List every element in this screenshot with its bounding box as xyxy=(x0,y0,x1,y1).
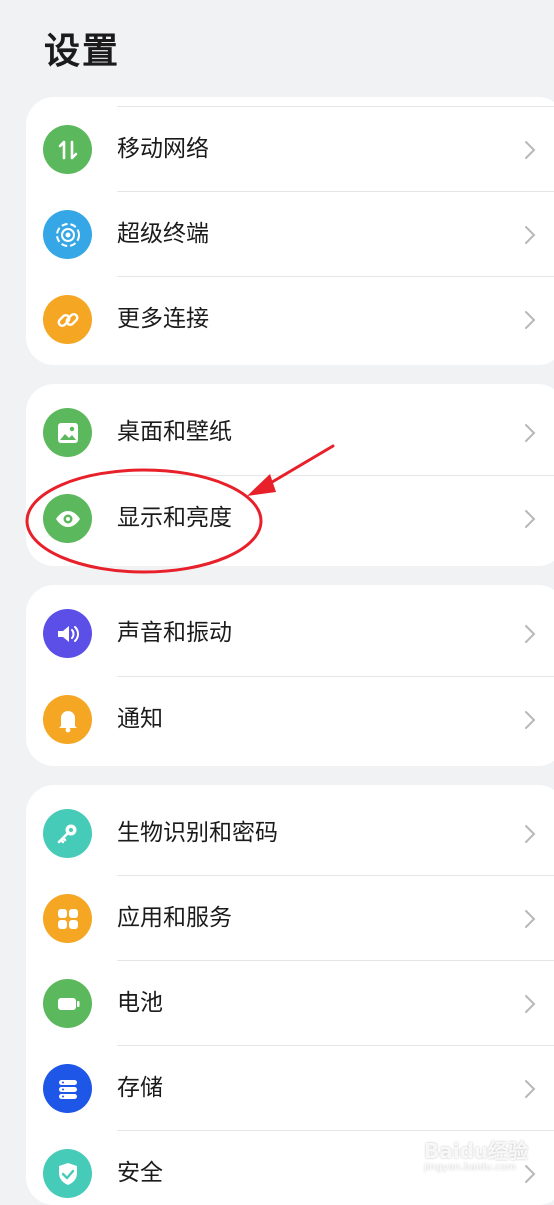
chevron-right-icon xyxy=(525,995,536,1013)
baidu-watermark: Baidu经验 jingyan.baidu.com xyxy=(424,1135,534,1173)
settings-item-wallpaper[interactable]: 桌面和壁纸 xyxy=(26,390,554,475)
settings-item-label: 移动网络 xyxy=(117,136,209,162)
storage-icon xyxy=(43,1064,92,1113)
chevron-right-icon xyxy=(525,226,536,244)
chevron-right-icon xyxy=(525,825,536,843)
watermark-brand: Baidu经验 xyxy=(424,1139,529,1163)
settings-item-label: 存储 xyxy=(117,1075,163,1101)
settings-item-label: 超级终端 xyxy=(117,221,209,247)
settings-item-mobile-network[interactable]: 移动网络 xyxy=(26,107,554,192)
settings-item-label: 安全 xyxy=(117,1160,163,1186)
settings-item-label: 通知 xyxy=(117,706,163,732)
settings-item-storage[interactable]: 存储 xyxy=(26,1046,554,1131)
super-device-icon xyxy=(43,210,92,259)
settings-item-label: 电池 xyxy=(117,990,163,1016)
settings-item-more-connections[interactable]: 更多连接 xyxy=(26,277,554,362)
chevron-right-icon xyxy=(525,625,536,643)
settings-item-label: 桌面和壁纸 xyxy=(117,419,232,445)
settings-item-apps-services[interactable]: 应用和服务 xyxy=(26,876,554,961)
settings-group-connectivity: 移动网络 超级终端 更多连接 xyxy=(26,97,554,365)
settings-item-label: 声音和振动 xyxy=(117,620,232,646)
settings-item-label: 应用和服务 xyxy=(117,905,232,931)
chevron-right-icon xyxy=(525,311,536,329)
page-title: 设置 xyxy=(44,31,121,72)
mobile-network-icon xyxy=(43,125,92,174)
link-icon xyxy=(43,295,92,344)
settings-item-sound-vibration[interactable]: 声音和振动 xyxy=(26,591,554,676)
eye-icon xyxy=(43,494,92,543)
settings-group-sound: 声音和振动 通知 xyxy=(26,585,554,766)
key-icon xyxy=(43,809,92,858)
speaker-icon xyxy=(43,609,92,658)
battery-icon xyxy=(43,979,92,1028)
watermark-url: jingyan.baidu.com xyxy=(424,1162,517,1173)
settings-group-display: 桌面和壁纸 显示和亮度 xyxy=(26,384,554,566)
settings-item-super-device[interactable]: 超级终端 xyxy=(26,192,554,277)
bell-icon xyxy=(43,695,92,744)
shield-icon xyxy=(43,1149,92,1198)
chevron-right-icon xyxy=(525,510,536,528)
settings-item-label: 更多连接 xyxy=(117,306,209,332)
settings-item-label: 显示和亮度 xyxy=(117,505,232,531)
settings-item-battery[interactable]: 电池 xyxy=(26,961,554,1046)
chevron-right-icon xyxy=(525,910,536,928)
chevron-right-icon xyxy=(525,1080,536,1098)
chevron-right-icon xyxy=(525,141,536,159)
settings-item-biometrics-password[interactable]: 生物识别和密码 xyxy=(26,791,554,876)
wallpaper-icon xyxy=(43,408,92,457)
apps-icon xyxy=(43,894,92,943)
settings-item-label: 生物识别和密码 xyxy=(117,820,278,846)
settings-item-display-brightness[interactable]: 显示和亮度 xyxy=(26,476,554,561)
chevron-right-icon xyxy=(525,711,536,729)
chevron-right-icon xyxy=(525,424,536,442)
settings-item-notifications[interactable]: 通知 xyxy=(26,677,554,762)
